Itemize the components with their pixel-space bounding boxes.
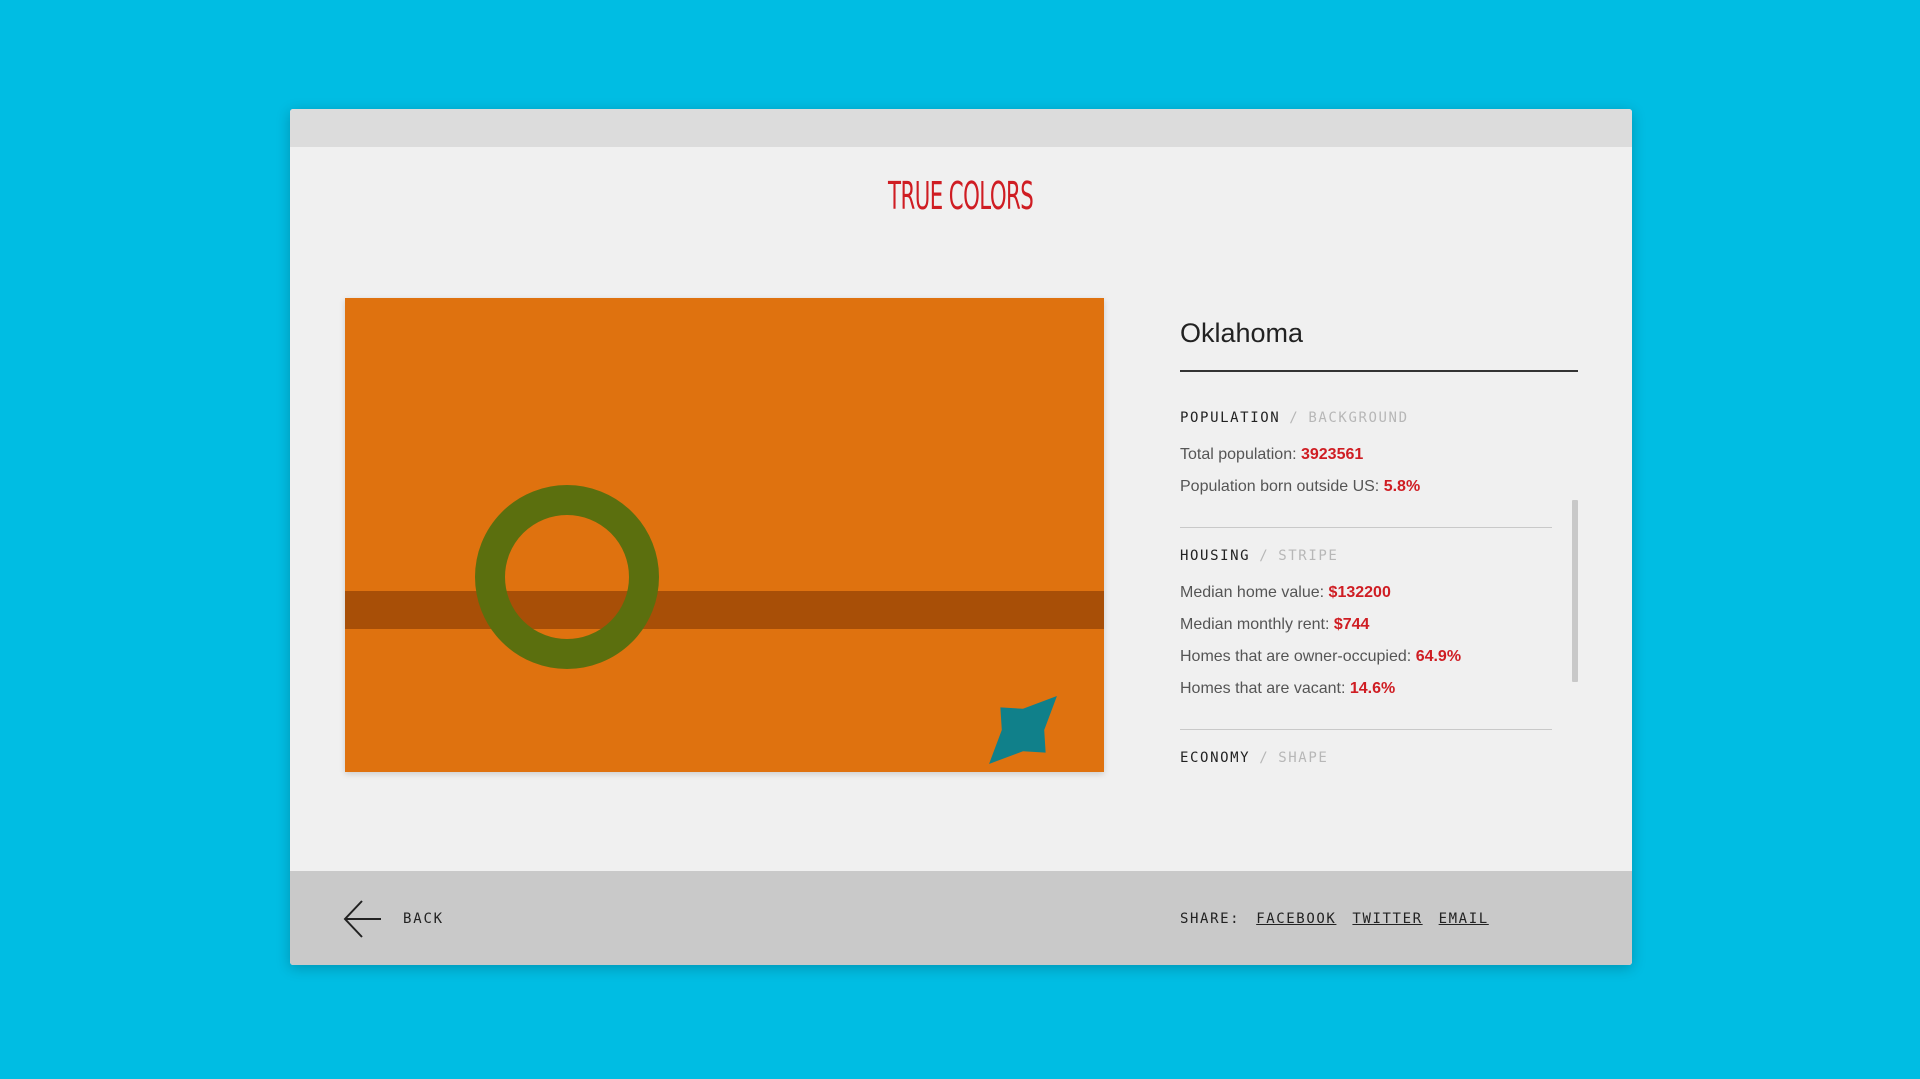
stat-row: Median home value: $132200: [1180, 577, 1552, 609]
section-subtitle: BACKGROUND: [1308, 410, 1409, 426]
state-name-heading: Oklahoma: [1180, 318, 1304, 348]
section-separator: /: [1289, 410, 1300, 426]
stat-section-economy: ECONOMY / SHAPE: [1180, 730, 1552, 766]
stat-value: 5.8%: [1383, 478, 1421, 495]
back-label: BACK: [403, 911, 444, 927]
section-heading[interactable]: HOUSING / STRIPE: [1180, 548, 1552, 564]
share-facebook-link[interactable]: FACEBOOK: [1256, 911, 1336, 927]
section-title: ECONOMY: [1180, 750, 1251, 766]
arrow-left-icon: [343, 900, 381, 938]
section-heading[interactable]: POPULATION / BACKGROUND: [1180, 410, 1552, 426]
section-title: HOUSING: [1180, 548, 1251, 564]
stat-section-housing: HOUSING / STRIPE Median home value: $132200…: [1180, 528, 1552, 730]
flag-stripe: [345, 591, 1104, 629]
heading-divider: [1180, 370, 1578, 372]
section-separator: /: [1259, 548, 1270, 564]
stat-row: Homes that are owner-occupied: 64.9%: [1180, 641, 1552, 673]
stat-value: 14.6%: [1349, 680, 1396, 697]
window-titlebar: [290, 109, 1632, 147]
stat-label: Population born outside US:: [1180, 478, 1380, 495]
stat-value: 64.9%: [1415, 648, 1462, 665]
flag-background: [345, 298, 1104, 772]
app-logo[interactable]: TRUE COLORS: [290, 177, 1632, 215]
stat-row: Population born outside US: 5.8%: [1180, 471, 1552, 503]
state-info-panel: Oklahoma POPULATION / BACKGROUND Total popu…: [1180, 304, 1580, 766]
stat-value: $744: [1333, 616, 1370, 633]
stat-value: $132200: [1328, 584, 1391, 601]
app-window: TRUE COLORS Oklahoma POPULATION / BACKGROU…: [290, 109, 1632, 965]
stat-value: 3923561: [1300, 446, 1364, 463]
share-email-link[interactable]: EMAIL: [1439, 911, 1489, 927]
share-links: SHARE: FACEBOOK TWITTER EMAIL: [1180, 911, 1489, 927]
stat-row: Total population: 3923561: [1180, 439, 1552, 471]
stats-scroll-area[interactable]: POPULATION / BACKGROUND Total population: 3…: [1180, 390, 1552, 780]
share-label: SHARE:: [1180, 911, 1241, 927]
stat-section-population: POPULATION / BACKGROUND Total population: 3…: [1180, 390, 1552, 528]
stat-label: Total population:: [1180, 446, 1297, 463]
stat-row: Homes that are vacant: 14.6%: [1180, 673, 1552, 705]
section-heading[interactable]: ECONOMY / SHAPE: [1180, 750, 1552, 766]
back-button[interactable]: BACK: [343, 899, 444, 939]
scrollbar-thumb[interactable]: [1572, 500, 1578, 682]
section-subtitle: SHAPE: [1278, 750, 1329, 766]
state-flag: [345, 298, 1104, 772]
footer-bar: BACK SHARE: FACEBOOK TWITTER EMAIL: [290, 871, 1632, 965]
stat-label: Median monthly rent:: [1180, 616, 1330, 633]
section-subtitle: STRIPE: [1278, 548, 1339, 564]
stat-label: Homes that are vacant:: [1180, 680, 1346, 697]
flag-graphic: [345, 298, 1104, 772]
section-title: POPULATION: [1180, 410, 1281, 426]
share-twitter-link[interactable]: TWITTER: [1352, 911, 1422, 927]
stat-label: Median home value:: [1180, 584, 1325, 601]
stat-label: Homes that are owner-occupied:: [1180, 648, 1412, 665]
stat-row: Median monthly rent: $744: [1180, 609, 1552, 641]
section-separator: /: [1259, 750, 1270, 766]
